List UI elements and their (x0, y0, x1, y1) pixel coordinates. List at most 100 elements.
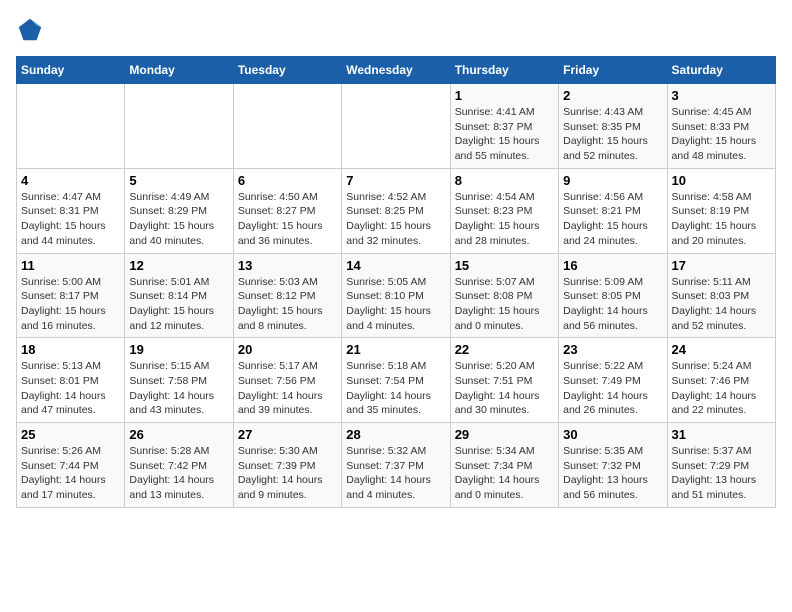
calendar-week-row: 18Sunrise: 5:13 AMSunset: 8:01 PMDayligh… (17, 338, 776, 423)
calendar-cell: 29 Sunrise: 5:34 AMSunset: 7:34 PMDayligh… (450, 423, 558, 508)
calendar-cell: 11Sunrise: 5:00 AMSunset: 8:17 PMDayligh… (17, 253, 125, 338)
day-number: 21 (346, 342, 445, 357)
day-number: 17 (672, 258, 771, 273)
day-info: Sunrise: 4:52 AMSunset: 8:25 PMDaylight:… (346, 191, 431, 247)
day-number: 4 (21, 173, 120, 188)
calendar-cell (125, 84, 233, 169)
day-info: Sunrise: 5:05 AMSunset: 8:10 PMDaylight:… (346, 276, 431, 332)
day-info: Sunrise: 4:54 AMSunset: 8:23 PMDaylight:… (455, 191, 540, 247)
calendar-cell: 30 Sunrise: 5:35 AMSunset: 7:32 PMDayligh… (559, 423, 667, 508)
calendar-cell: 10 Sunrise: 4:58 AMSunset: 8:19 PMDayligh… (667, 168, 775, 253)
day-info: Sunrise: 5:35 AMSunset: 7:32 PMDaylight:… (563, 445, 648, 501)
calendar-cell: 15Sunrise: 5:07 AMSunset: 8:08 PMDayligh… (450, 253, 558, 338)
day-info: Sunrise: 4:43 AMSunset: 8:35 PMDaylight:… (563, 106, 648, 162)
calendar-cell: 14 Sunrise: 5:05 AMSunset: 8:10 PMDayligh… (342, 253, 450, 338)
day-info: Sunrise: 5:18 AMSunset: 7:54 PMDaylight:… (346, 360, 431, 416)
day-info: Sunrise: 5:34 AMSunset: 7:34 PMDaylight:… (455, 445, 540, 501)
calendar-cell: 26 Sunrise: 5:28 AMSunset: 7:42 PMDayligh… (125, 423, 233, 508)
calendar-cell: 9Sunrise: 4:56 AMSunset: 8:21 PMDaylight… (559, 168, 667, 253)
day-info: Sunrise: 5:09 AMSunset: 8:05 PMDaylight:… (563, 276, 648, 332)
calendar-cell: 6Sunrise: 4:50 AMSunset: 8:27 PMDaylight… (233, 168, 341, 253)
day-info: Sunrise: 5:22 AMSunset: 7:49 PMDaylight:… (563, 360, 648, 416)
day-number: 2 (563, 88, 662, 103)
day-number: 16 (563, 258, 662, 273)
day-info: Sunrise: 5:17 AMSunset: 7:56 PMDaylight:… (238, 360, 323, 416)
calendar-cell: 19 Sunrise: 5:15 AMSunset: 7:58 PMDayligh… (125, 338, 233, 423)
day-number: 24 (672, 342, 771, 357)
day-info: Sunrise: 4:58 AMSunset: 8:19 PMDaylight:… (672, 191, 757, 247)
calendar-cell: 7 Sunrise: 4:52 AMSunset: 8:25 PMDaylight… (342, 168, 450, 253)
day-number: 10 (672, 173, 771, 188)
calendar-week-row: 25 Sunrise: 5:26 AMSunset: 7:44 PMDayligh… (17, 423, 776, 508)
day-number: 18 (21, 342, 120, 357)
day-info: Sunrise: 4:45 AMSunset: 8:33 PMDaylight:… (672, 106, 757, 162)
day-info: Sunrise: 4:41 AMSunset: 8:37 PMDaylight:… (455, 106, 540, 162)
day-info: Sunrise: 5:28 AMSunset: 7:42 PMDaylight:… (129, 445, 214, 501)
calendar-cell: 23 Sunrise: 5:22 AMSunset: 7:49 PMDayligh… (559, 338, 667, 423)
header-saturday: Saturday (667, 57, 775, 84)
calendar-cell: 25 Sunrise: 5:26 AMSunset: 7:44 PMDayligh… (17, 423, 125, 508)
day-number: 14 (346, 258, 445, 273)
day-number: 30 (563, 427, 662, 442)
day-number: 7 (346, 173, 445, 188)
day-info: Sunrise: 5:20 AMSunset: 7:51 PMDaylight:… (455, 360, 540, 416)
day-number: 25 (21, 427, 120, 442)
day-number: 13 (238, 258, 337, 273)
calendar-cell: 16 Sunrise: 5:09 AMSunset: 8:05 PMDayligh… (559, 253, 667, 338)
header-sunday: Sunday (17, 57, 125, 84)
day-info: Sunrise: 4:49 AMSunset: 8:29 PMDaylight:… (129, 191, 214, 247)
day-info: Sunrise: 5:07 AMSunset: 8:08 PMDaylight:… (455, 276, 540, 332)
calendar-cell (17, 84, 125, 169)
calendar-cell: 27 Sunrise: 5:30 AMSunset: 7:39 PMDayligh… (233, 423, 341, 508)
day-number: 29 (455, 427, 554, 442)
day-info: Sunrise: 5:11 AMSunset: 8:03 PMDaylight:… (672, 276, 757, 332)
calendar-cell: 2 Sunrise: 4:43 AMSunset: 8:35 PMDaylight… (559, 84, 667, 169)
day-number: 9 (563, 173, 662, 188)
day-number: 27 (238, 427, 337, 442)
day-info: Sunrise: 5:15 AMSunset: 7:58 PMDaylight:… (129, 360, 214, 416)
day-info: Sunrise: 5:03 AMSunset: 8:12 PMDaylight:… (238, 276, 323, 332)
calendar-cell (233, 84, 341, 169)
day-number: 11 (21, 258, 120, 273)
calendar-cell: 13 Sunrise: 5:03 AMSunset: 8:12 PMDayligh… (233, 253, 341, 338)
logo (16, 16, 48, 44)
calendar-cell: 1 Sunrise: 4:41 AMSunset: 8:37 PMDaylight… (450, 84, 558, 169)
day-number: 28 (346, 427, 445, 442)
calendar-cell: 3Sunrise: 4:45 AMSunset: 8:33 PMDaylight… (667, 84, 775, 169)
calendar-cell: 5 Sunrise: 4:49 AMSunset: 8:29 PMDaylight… (125, 168, 233, 253)
header-monday: Monday (125, 57, 233, 84)
day-number: 1 (455, 88, 554, 103)
calendar-week-row: 11Sunrise: 5:00 AMSunset: 8:17 PMDayligh… (17, 253, 776, 338)
day-number: 26 (129, 427, 228, 442)
header-wednesday: Wednesday (342, 57, 450, 84)
day-info: Sunrise: 5:01 AMSunset: 8:14 PMDaylight:… (129, 276, 214, 332)
header-friday: Friday (559, 57, 667, 84)
calendar-cell: 24 Sunrise: 5:24 AMSunset: 7:46 PMDayligh… (667, 338, 775, 423)
day-number: 23 (563, 342, 662, 357)
day-number: 5 (129, 173, 228, 188)
calendar-cell: 12 Sunrise: 5:01 AMSunset: 8:14 PMDayligh… (125, 253, 233, 338)
day-info: Sunrise: 5:32 AMSunset: 7:37 PMDaylight:… (346, 445, 431, 501)
day-info: Sunrise: 5:26 AMSunset: 7:44 PMDaylight:… (21, 445, 106, 501)
calendar-cell: 22 Sunrise: 5:20 AMSunset: 7:51 PMDayligh… (450, 338, 558, 423)
day-number: 19 (129, 342, 228, 357)
calendar-cell: 31 Sunrise: 5:37 AMSunset: 7:29 PMDayligh… (667, 423, 775, 508)
calendar-cell (342, 84, 450, 169)
calendar-header-row: SundayMondayTuesdayWednesdayThursdayFrid… (17, 57, 776, 84)
logo-icon (16, 16, 44, 44)
day-number: 20 (238, 342, 337, 357)
day-number: 8 (455, 173, 554, 188)
day-number: 12 (129, 258, 228, 273)
day-info: Sunrise: 5:37 AMSunset: 7:29 PMDaylight:… (672, 445, 757, 501)
day-info: Sunrise: 5:30 AMSunset: 7:39 PMDaylight:… (238, 445, 323, 501)
calendar-week-row: 1 Sunrise: 4:41 AMSunset: 8:37 PMDaylight… (17, 84, 776, 169)
calendar-cell: 18Sunrise: 5:13 AMSunset: 8:01 PMDayligh… (17, 338, 125, 423)
day-info: Sunrise: 4:50 AMSunset: 8:27 PMDaylight:… (238, 191, 323, 247)
calendar-cell: 4Sunrise: 4:47 AMSunset: 8:31 PMDaylight… (17, 168, 125, 253)
calendar-cell: 17 Sunrise: 5:11 AMSunset: 8:03 PMDayligh… (667, 253, 775, 338)
calendar-cell: 8 Sunrise: 4:54 AMSunset: 8:23 PMDaylight… (450, 168, 558, 253)
day-info: Sunrise: 5:24 AMSunset: 7:46 PMDaylight:… (672, 360, 757, 416)
day-number: 22 (455, 342, 554, 357)
day-number: 31 (672, 427, 771, 442)
header-tuesday: Tuesday (233, 57, 341, 84)
